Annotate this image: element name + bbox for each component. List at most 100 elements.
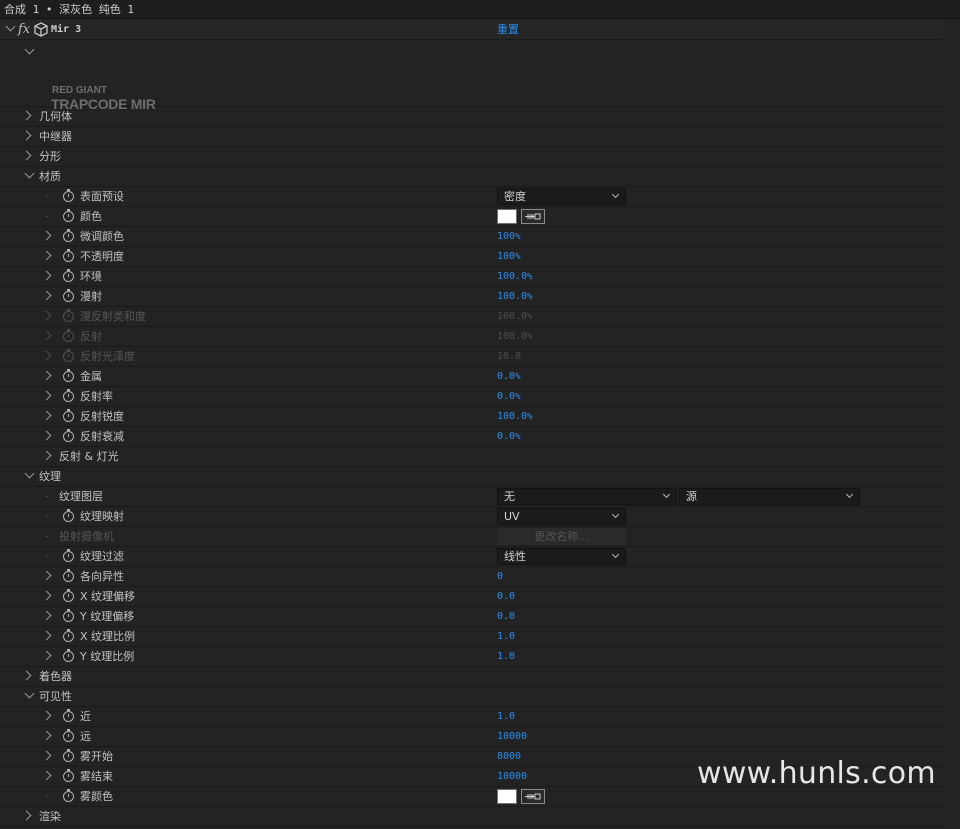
prop-label: 近 <box>80 710 91 723</box>
chevron-down-icon[interactable] <box>24 168 35 179</box>
stopwatch-icon[interactable] <box>63 748 74 762</box>
stopwatch-icon[interactable] <box>63 788 74 802</box>
stopwatch-icon[interactable] <box>63 548 74 562</box>
breadcrumb: 合成 1 • 深灰色 纯色 1 <box>4 3 134 16</box>
chevron-right-icon[interactable] <box>41 390 52 401</box>
group-reflect-light[interactable]: 反射 & 灯光 <box>0 447 943 467</box>
chevron-right-icon[interactable] <box>41 250 52 261</box>
chevron-right-icon[interactable] <box>41 710 52 721</box>
chevron-right-icon[interactable] <box>41 430 52 441</box>
prop-value[interactable]: 1.0 <box>497 707 515 726</box>
group-visibility[interactable]: 可见性 <box>0 687 943 707</box>
chevron-right-icon[interactable] <box>41 290 52 301</box>
chevron-right-icon[interactable] <box>21 810 32 821</box>
group-shader[interactable]: 着色器 <box>0 667 943 687</box>
chevron-right-icon[interactable] <box>41 450 52 461</box>
prop-label: 漫反射类和度 <box>80 310 146 323</box>
group-render[interactable]: 渲染 <box>0 807 943 827</box>
chevron-right-icon[interactable] <box>21 670 32 681</box>
prop-label: 微调颜色 <box>80 230 124 243</box>
prop-value[interactable]: 100% <box>497 247 520 267</box>
stopwatch-icon[interactable] <box>63 268 74 282</box>
prop-label: 纹理图层 <box>59 490 103 503</box>
group-repeater[interactable]: 中继器 <box>0 127 943 147</box>
chevron-right-icon[interactable] <box>41 410 52 421</box>
eyedropper-button[interactable] <box>521 209 545 224</box>
stopwatch-icon[interactable] <box>63 648 74 662</box>
chevron-right-icon[interactable] <box>21 150 32 161</box>
stopwatch-icon[interactable] <box>63 588 74 602</box>
chevron-down-icon[interactable] <box>5 21 16 32</box>
prop-value[interactable]: 8000 <box>497 747 521 766</box>
chevron-right-icon[interactable] <box>21 130 32 141</box>
prop-value[interactable]: 100.0% <box>497 267 533 287</box>
stopwatch-icon[interactable] <box>63 568 74 582</box>
stopwatch-icon[interactable] <box>63 188 74 202</box>
effect-header-row[interactable]: fx Mir 3 重置 <box>0 20 943 40</box>
group-material[interactable]: 材质 <box>0 167 943 187</box>
prop-value[interactable]: 10000 <box>497 727 527 746</box>
prop-value[interactable]: 100% <box>497 227 520 247</box>
scrollbar[interactable] <box>943 20 960 829</box>
stopwatch-icon[interactable] <box>63 288 74 302</box>
stopwatch-icon[interactable] <box>63 228 74 242</box>
color-swatch[interactable] <box>497 209 517 224</box>
stopwatch-icon[interactable] <box>63 628 74 642</box>
chevron-right-icon[interactable] <box>41 730 52 741</box>
prop-value[interactable]: 100.0% <box>497 287 533 307</box>
chevron-right-icon[interactable] <box>41 770 52 781</box>
prop-label: 投射摄像机 <box>59 530 114 543</box>
prop-value: 100.0% <box>497 311 533 322</box>
chevron-down-icon[interactable] <box>24 468 35 479</box>
chevron-right-icon[interactable] <box>41 610 52 621</box>
prop-near: 近 1.0 <box>0 707 943 727</box>
prop-value[interactable]: 0.0 <box>497 587 515 606</box>
prop-value[interactable]: 0.0% <box>497 367 520 387</box>
stopwatch-icon[interactable] <box>63 708 74 722</box>
prop-diffuse-sat: 漫反射类和度 100.0% <box>0 307 943 327</box>
chevron-down-icon[interactable] <box>24 44 35 55</box>
surface-preset-dropdown[interactable]: 密度 <box>497 188 626 205</box>
texture-mapping-dropdown[interactable]: UV <box>497 508 626 525</box>
stopwatch-icon[interactable] <box>63 208 74 222</box>
fx-icon[interactable]: fx <box>18 20 30 39</box>
stopwatch-icon[interactable] <box>63 368 74 382</box>
fog-color-swatch[interactable] <box>497 789 517 804</box>
prop-value[interactable]: 0.0% <box>497 427 520 447</box>
texture-layer-dropdown[interactable]: 无 <box>497 488 677 505</box>
reset-link[interactable]: 重置 <box>497 20 519 39</box>
stopwatch-icon[interactable] <box>63 428 74 442</box>
stopwatch-icon[interactable] <box>63 608 74 622</box>
prop-value[interactable]: 1.0 <box>497 627 515 646</box>
stopwatch-icon[interactable] <box>63 728 74 742</box>
chevron-right-icon[interactable] <box>41 630 52 641</box>
prop-value[interactable]: 1.0 <box>497 647 515 666</box>
chevron-right-icon[interactable] <box>41 570 52 581</box>
texture-source-dropdown[interactable]: 源 <box>679 488 860 505</box>
prop-value[interactable]: 10000 <box>497 767 527 786</box>
chevron-right-icon[interactable] <box>41 590 52 601</box>
stopwatch-icon[interactable] <box>63 408 74 422</box>
group-texture[interactable]: 纹理 <box>0 467 943 487</box>
chevron-down-icon[interactable] <box>24 688 35 699</box>
prop-value[interactable]: 100.0% <box>497 407 533 427</box>
stopwatch-icon[interactable] <box>63 508 74 522</box>
chevron-right-icon[interactable] <box>21 110 32 121</box>
prop-value[interactable]: 0 <box>497 567 503 586</box>
chevron-right-icon[interactable] <box>41 650 52 661</box>
prop-label: 金属 <box>80 370 102 383</box>
stopwatch-icon[interactable] <box>63 768 74 782</box>
texture-filter-dropdown[interactable]: 线性 <box>497 548 626 565</box>
chevron-right-icon[interactable] <box>41 270 52 281</box>
prop-texture-filter: 纹理过滤 线性 <box>0 547 943 567</box>
eyedropper-button[interactable] <box>521 789 545 804</box>
chevron-right-icon[interactable] <box>41 230 52 241</box>
stopwatch-icon[interactable] <box>63 248 74 262</box>
chevron-right-icon[interactable] <box>41 750 52 761</box>
prop-value[interactable]: 0.0 <box>497 607 515 626</box>
chevron-right-icon[interactable] <box>41 370 52 381</box>
group-geometry[interactable]: 几何体 <box>0 107 943 127</box>
stopwatch-icon[interactable] <box>63 388 74 402</box>
prop-value[interactable]: 0.0% <box>497 387 520 407</box>
group-fractal[interactable]: 分形 <box>0 147 943 167</box>
